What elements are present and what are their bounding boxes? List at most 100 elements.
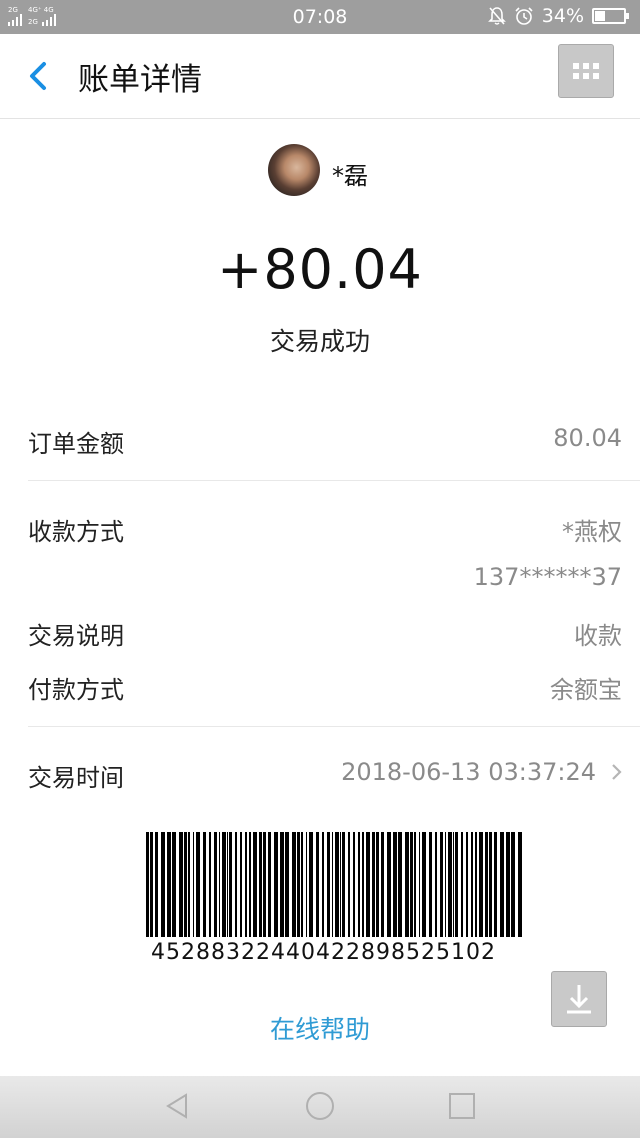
detail-row-description: 交易说明 收款 (28, 616, 622, 650)
barcode-bar (414, 832, 416, 937)
detail-row-order-amount: 订单金额 80.04 (28, 424, 622, 458)
barcode-bar (461, 832, 463, 937)
barcode-bar (376, 832, 379, 937)
barcode-bar (372, 832, 375, 937)
barcode-bar (393, 832, 397, 937)
battery-fill (595, 11, 605, 21)
barcode-bar (309, 832, 313, 937)
barcode-bar (422, 832, 426, 937)
divider (28, 726, 640, 727)
barcode-bar (455, 832, 458, 937)
online-help-link[interactable]: 在线帮助 (0, 1010, 640, 1046)
barcode-bar (146, 832, 149, 937)
detail-value: 2018-06-13 03:37:24 (341, 758, 596, 786)
barcode-bar (405, 832, 409, 937)
barcode-bar (219, 832, 220, 937)
barcode-bar (245, 832, 247, 937)
barcode-bar (475, 832, 477, 937)
barcode-bar (489, 832, 492, 937)
barcode-bar (466, 832, 468, 937)
barcode-bar (196, 832, 200, 937)
barcode-bar (366, 832, 370, 937)
detail-value: 收款 (574, 622, 622, 650)
detail-value-account: 137******37 (473, 563, 622, 591)
detail-row-payment-method: 付款方式 余额宝 (28, 670, 622, 704)
barcode-bar (249, 832, 251, 937)
battery-icon (592, 8, 629, 24)
barcode-bar (214, 832, 217, 937)
barcode-bar (445, 832, 446, 937)
barcode-bar (301, 832, 303, 937)
chevron-right-icon (612, 764, 622, 780)
barcode-bar (332, 832, 333, 937)
barcode-bar (387, 832, 391, 937)
barcode-bar (203, 832, 206, 937)
barcode-bar (348, 832, 350, 937)
grid-menu-icon (573, 63, 599, 79)
page-title: 账单详情 (78, 62, 202, 98)
barcode-bar (506, 832, 510, 937)
battery-percentage: 34% (541, 5, 584, 27)
alarm-icon (515, 7, 533, 25)
barcode-bar (263, 832, 266, 937)
barcode-bar (292, 832, 296, 937)
detail-row-transaction-time[interactable]: 交易时间 2018-06-13 03:37:24 (28, 758, 622, 792)
barcode-bar (429, 832, 432, 937)
barcode-bar (235, 832, 237, 937)
barcode-bar (179, 832, 183, 937)
app-header: 账单详情 (0, 34, 640, 119)
detail-value: 余额宝 (550, 676, 622, 704)
barcode-bar (167, 832, 171, 937)
detail-row-payee-method: 收款方式 *燕权 (28, 512, 622, 546)
status-bar: 2G 4G⁺ 4G 2G 07:08 34% (0, 0, 640, 34)
barcode-bar (381, 832, 384, 937)
avatar[interactable] (268, 144, 320, 196)
transaction-status: 交易成功 (269, 327, 370, 356)
detail-label: 交易时间 (28, 764, 124, 792)
barcode-bar (297, 832, 300, 937)
barcode-bar (485, 832, 488, 937)
home-circle-icon[interactable] (304, 1090, 336, 1122)
payee-name: *磊 (332, 162, 368, 190)
barcode-bar (440, 832, 443, 937)
barcode-bar (150, 832, 153, 937)
barcode-bar (280, 832, 284, 937)
barcode-bar (398, 832, 402, 937)
barcode-bar (494, 832, 497, 937)
barcode-bar (285, 832, 289, 937)
barcode-bar (161, 832, 165, 937)
barcode-bar (306, 832, 307, 937)
barcode-bar (419, 832, 420, 937)
barcode-bar (448, 832, 452, 937)
back-button[interactable] (24, 56, 54, 96)
payee-info: *磊 (0, 144, 640, 200)
barcode-bar (518, 832, 522, 937)
detail-value: 80.04 (553, 424, 622, 452)
barcode-bar (229, 832, 232, 937)
barcode-bar (268, 832, 271, 937)
system-nav-bar (0, 1076, 640, 1138)
barcode-bar (227, 832, 228, 937)
detail-value: *燕权 (562, 518, 622, 546)
divider (28, 480, 640, 481)
barcode-bar (471, 832, 473, 937)
barcode-bar (435, 832, 437, 937)
back-triangle-icon[interactable] (162, 1090, 194, 1122)
barcode-bar (274, 832, 278, 937)
barcode-bar (193, 832, 194, 937)
barcode-bar (209, 832, 211, 937)
barcode-bar (322, 832, 324, 937)
recent-square-icon[interactable] (446, 1090, 478, 1122)
barcode-bar (222, 832, 226, 937)
barcode-bar (335, 832, 339, 937)
barcode-bar (155, 832, 158, 937)
barcode-bar (453, 832, 454, 937)
barcode-bar (410, 832, 413, 937)
barcode-bar (188, 832, 190, 937)
barcode-bar (240, 832, 242, 937)
more-menu-button[interactable] (558, 44, 614, 98)
barcode-bar (511, 832, 515, 937)
detail-label: 付款方式 (28, 676, 124, 704)
barcode (146, 832, 522, 937)
barcode-bar (172, 832, 176, 937)
